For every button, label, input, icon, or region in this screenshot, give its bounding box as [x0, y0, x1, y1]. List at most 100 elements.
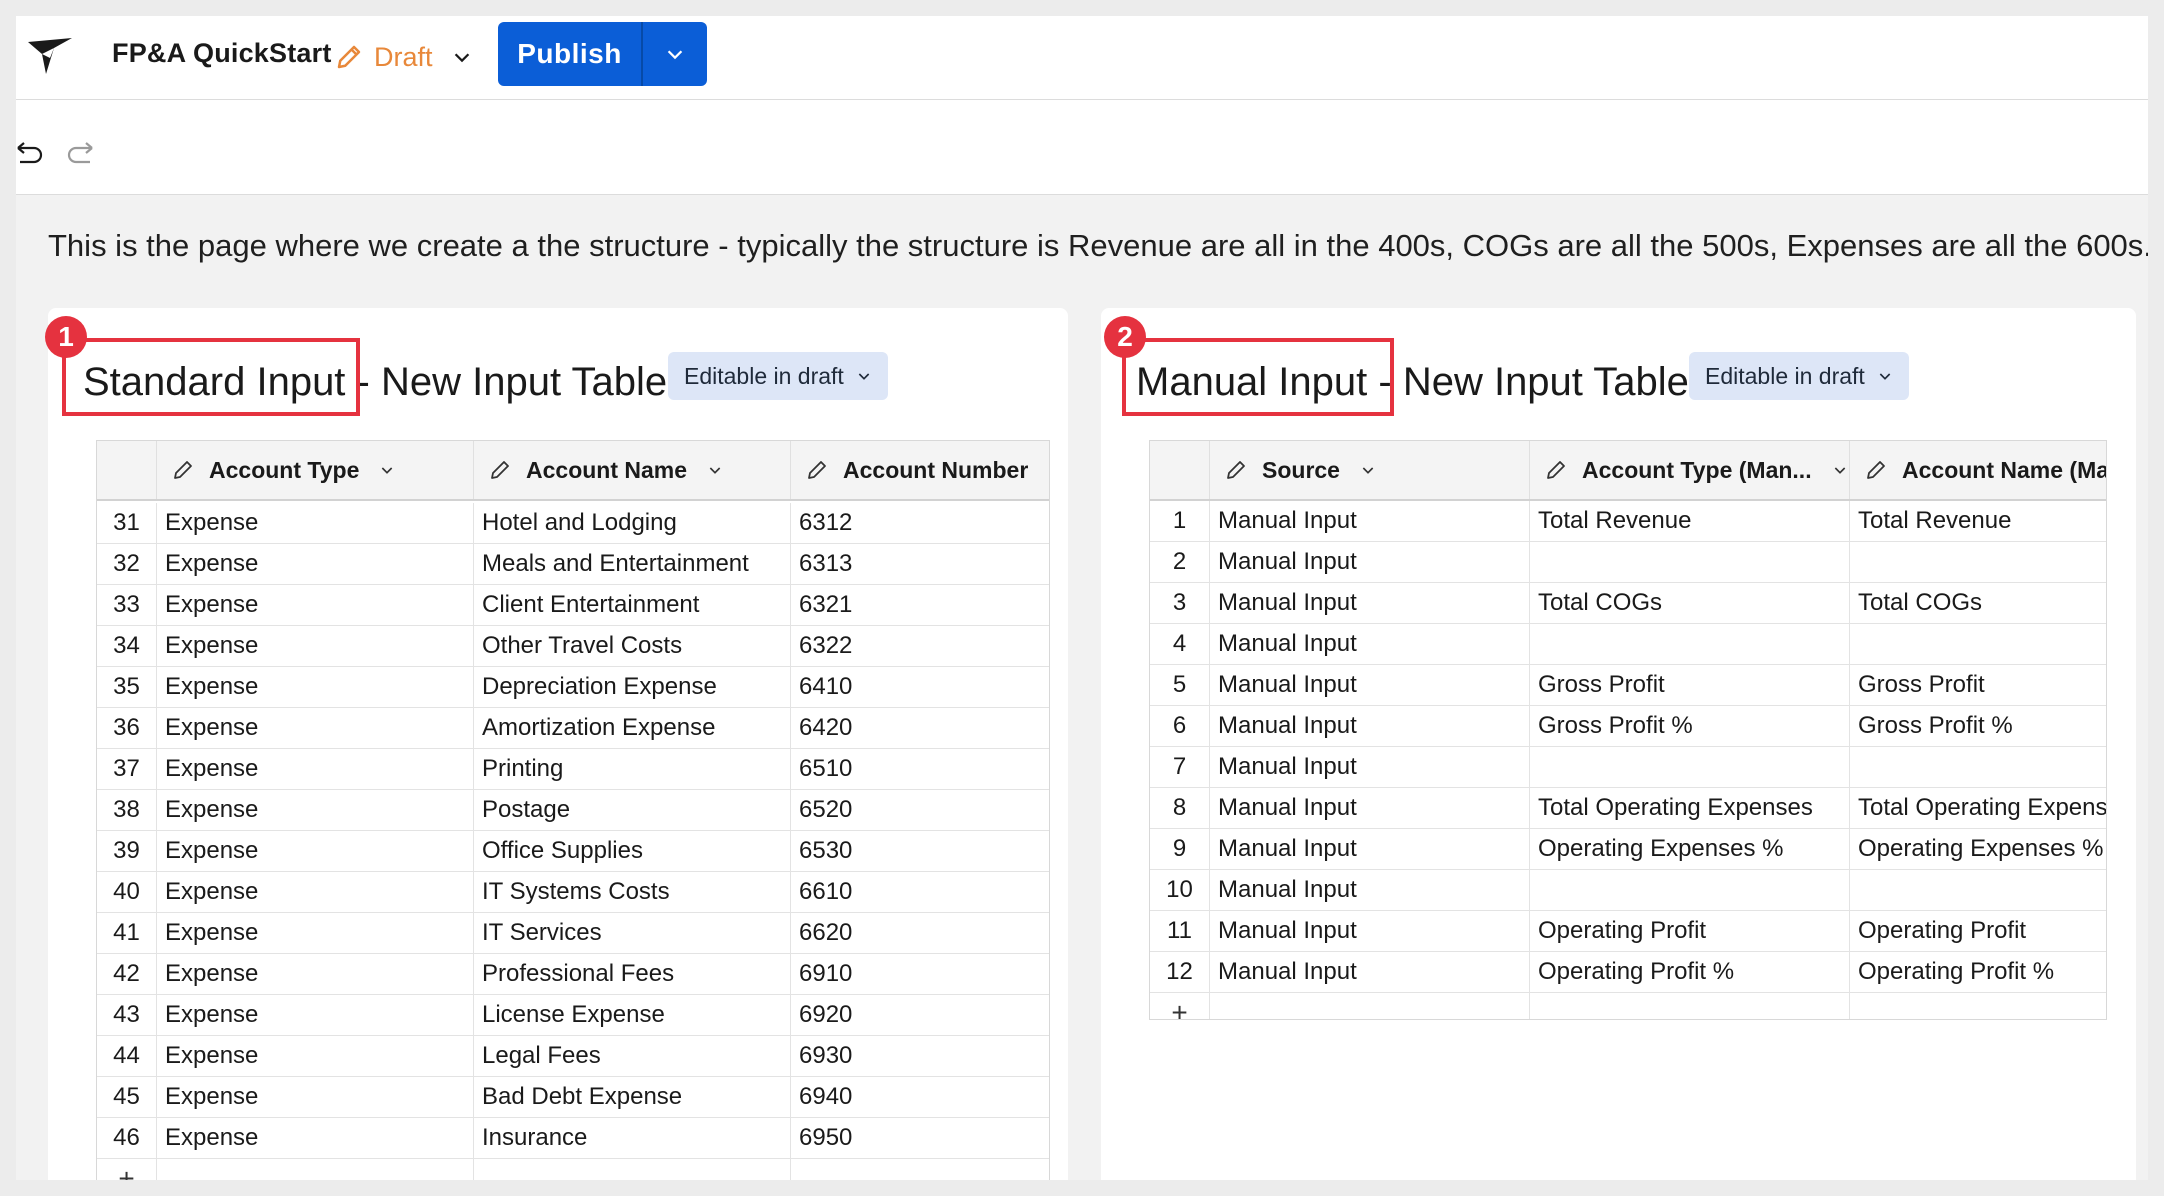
table-cell-source[interactable]: Manual Input: [1210, 870, 1530, 910]
table-cell-type[interactable]: Total Operating Expenses: [1530, 788, 1850, 828]
table-cell-name[interactable]: Operating Expenses %: [1850, 829, 2106, 869]
table-cell-name[interactable]: License Expense: [474, 995, 791, 1035]
table-cell-name[interactable]: Insurance: [474, 1118, 791, 1158]
column-header-account-type[interactable]: Account Type: [157, 441, 474, 499]
row-index[interactable]: 41: [97, 913, 157, 953]
row-index[interactable]: 39: [97, 831, 157, 871]
row-index[interactable]: 7: [1150, 747, 1210, 787]
table-cell-type[interactable]: Expense: [157, 708, 474, 748]
add-row[interactable]: +: [97, 1159, 1049, 1180]
editable-in-draft-dropdown[interactable]: Editable in draft: [668, 352, 888, 400]
row-index[interactable]: 2: [1150, 542, 1210, 582]
row-index[interactable]: 11: [1150, 911, 1210, 951]
table-cell-type[interactable]: Expense: [157, 1036, 474, 1076]
table-cell-type[interactable]: [1530, 747, 1850, 787]
table-cell-number[interactable]: 6950: [791, 1118, 1049, 1158]
table-cell-type[interactable]: Expense: [157, 790, 474, 830]
table-cell-type[interactable]: Expense: [157, 667, 474, 707]
table-cell-type[interactable]: Expense: [157, 1077, 474, 1117]
table-cell-type[interactable]: Expense: [157, 954, 474, 994]
chevron-down-icon[interactable]: [379, 462, 395, 478]
table-cell-name[interactable]: Meals and Entertainment: [474, 544, 791, 584]
table-cell-number[interactable]: 6610: [791, 872, 1049, 912]
table-cell-name[interactable]: [1850, 624, 2106, 664]
table-cell-source[interactable]: Manual Input: [1210, 952, 1530, 992]
table-cell-source[interactable]: Manual Input: [1210, 624, 1530, 664]
table-cell-name[interactable]: Total Revenue: [1850, 501, 2106, 541]
undo-icon[interactable]: [16, 140, 44, 164]
table-cell-number[interactable]: 6312: [791, 503, 1049, 543]
table-cell-source[interactable]: Manual Input: [1210, 542, 1530, 582]
column-header-source[interactable]: Source: [1210, 441, 1530, 499]
table-cell-type[interactable]: [1530, 542, 1850, 582]
add-row-button[interactable]: +: [1150, 993, 1210, 1019]
table-cell-name[interactable]: Office Supplies: [474, 831, 791, 871]
table-cell-name[interactable]: IT Systems Costs: [474, 872, 791, 912]
table-cell-source[interactable]: Manual Input: [1210, 829, 1530, 869]
table-cell-number[interactable]: 6313: [791, 544, 1049, 584]
row-index[interactable]: 42: [97, 954, 157, 994]
table-cell-source[interactable]: Manual Input: [1210, 665, 1530, 705]
column-header-account-number[interactable]: Account Number: [791, 441, 1049, 499]
table-cell-type[interactable]: Expense: [157, 1118, 474, 1158]
row-index[interactable]: 37: [97, 749, 157, 789]
row-index[interactable]: 44: [97, 1036, 157, 1076]
redo-icon[interactable]: [66, 140, 94, 164]
table-cell-number[interactable]: 6321: [791, 585, 1049, 625]
table-cell-type[interactable]: Gross Profit: [1530, 665, 1850, 705]
table-cell-type[interactable]: Operating Profit: [1530, 911, 1850, 951]
chevron-down-icon[interactable]: [1832, 462, 1848, 478]
publish-options-button[interactable]: [643, 22, 707, 86]
table-cell-source[interactable]: Manual Input: [1210, 747, 1530, 787]
row-index[interactable]: 3: [1150, 583, 1210, 623]
table-cell-name[interactable]: Gross Profit: [1850, 665, 2106, 705]
row-index[interactable]: 12: [1150, 952, 1210, 992]
column-header-account-type-manual[interactable]: Account Type (Man...: [1530, 441, 1850, 499]
editable-in-draft-dropdown[interactable]: Editable in draft: [1689, 352, 1909, 400]
table-cell-name[interactable]: Hotel and Lodging: [474, 503, 791, 543]
row-index[interactable]: 43: [97, 995, 157, 1035]
table-cell-number[interactable]: 6530: [791, 831, 1049, 871]
table-cell-type[interactable]: Expense: [157, 913, 474, 953]
row-index[interactable]: 9: [1150, 829, 1210, 869]
table-cell-name[interactable]: [1850, 870, 2106, 910]
table-cell-number[interactable]: 6920: [791, 995, 1049, 1035]
table-cell-name[interactable]: IT Services: [474, 913, 791, 953]
row-index[interactable]: 34: [97, 626, 157, 666]
table-cell-type[interactable]: [1530, 624, 1850, 664]
table-cell-source[interactable]: Manual Input: [1210, 501, 1530, 541]
row-index[interactable]: 1: [1150, 501, 1210, 541]
row-index[interactable]: 5: [1150, 665, 1210, 705]
row-index[interactable]: 46: [97, 1118, 157, 1158]
table-cell-name[interactable]: Printing: [474, 749, 791, 789]
table-cell-source[interactable]: Manual Input: [1210, 911, 1530, 951]
row-index[interactable]: 10: [1150, 870, 1210, 910]
table-cell-name[interactable]: Other Travel Costs: [474, 626, 791, 666]
table-cell-name[interactable]: Depreciation Expense: [474, 667, 791, 707]
column-header-account-name-manual[interactable]: Account Name (Ma...: [1850, 441, 2106, 499]
table-cell-number[interactable]: 6930: [791, 1036, 1049, 1076]
table-cell-type[interactable]: Operating Expenses %: [1530, 829, 1850, 869]
table-cell-name[interactable]: Client Entertainment: [474, 585, 791, 625]
table-cell-type[interactable]: Expense: [157, 831, 474, 871]
table-cell-source[interactable]: Manual Input: [1210, 583, 1530, 623]
table-cell-type[interactable]: Gross Profit %: [1530, 706, 1850, 746]
table-cell-type[interactable]: Total Revenue: [1530, 501, 1850, 541]
table-cell-type[interactable]: Expense: [157, 544, 474, 584]
app-logo-icon[interactable]: [24, 34, 76, 80]
row-index[interactable]: 4: [1150, 624, 1210, 664]
row-index[interactable]: 32: [97, 544, 157, 584]
row-index[interactable]: 45: [97, 1077, 157, 1117]
table-cell-name[interactable]: Operating Profit %: [1850, 952, 2106, 992]
table-cell-name[interactable]: [1850, 542, 2106, 582]
table-cell-number[interactable]: 6420: [791, 708, 1049, 748]
publish-button[interactable]: Publish: [498, 22, 643, 86]
row-index[interactable]: 38: [97, 790, 157, 830]
table-cell-number[interactable]: 6910: [791, 954, 1049, 994]
table-cell-name[interactable]: Amortization Expense: [474, 708, 791, 748]
chevron-down-icon[interactable]: [707, 462, 723, 478]
table-cell-number[interactable]: 6620: [791, 913, 1049, 953]
table-cell-number[interactable]: 6520: [791, 790, 1049, 830]
row-index[interactable]: 31: [97, 503, 157, 543]
row-index[interactable]: 8: [1150, 788, 1210, 828]
